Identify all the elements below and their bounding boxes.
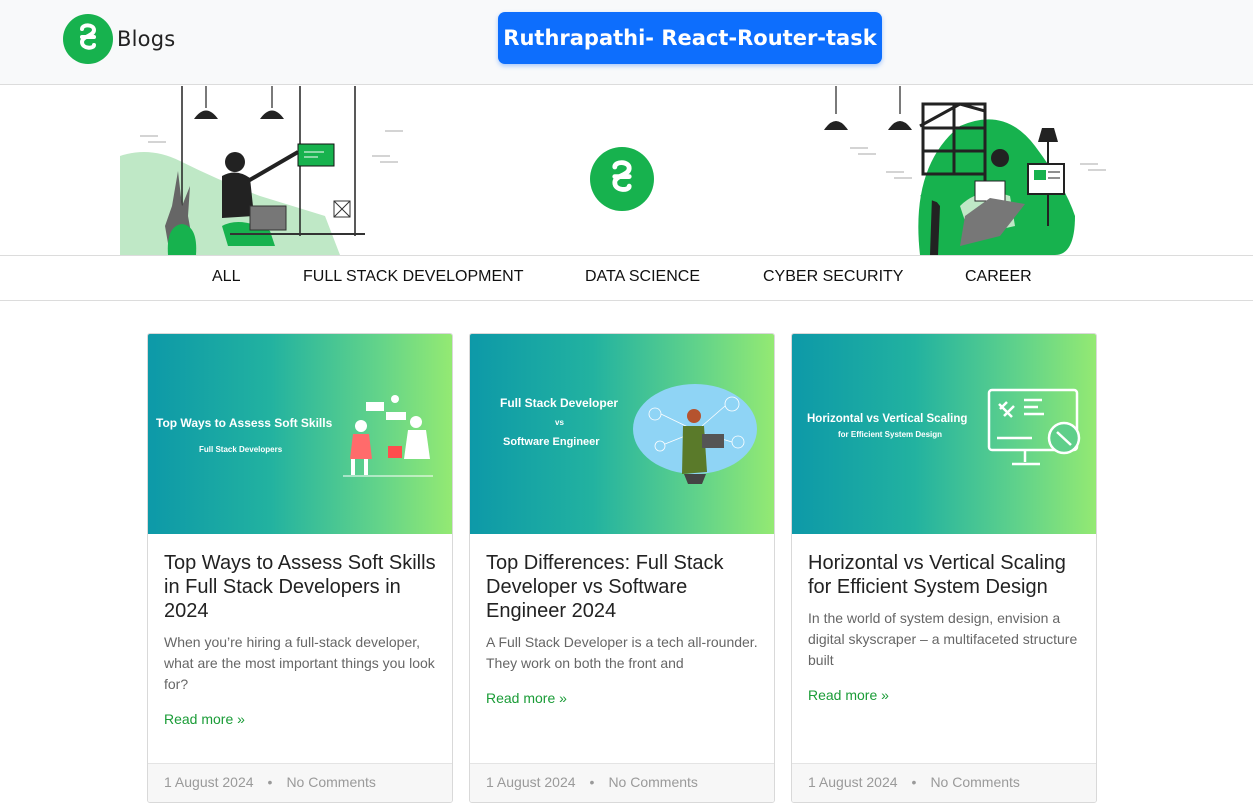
category-nav: ALL FULL STACK DEVELOPMENT DATA SCIENCE … (0, 255, 1253, 301)
title-button[interactable]: Ruthrapathi- React-Router-task (498, 12, 882, 64)
people-discussion-icon (343, 395, 433, 477)
nav-item-all[interactable]: ALL (212, 268, 240, 286)
post-excerpt: A Full Stack Developer is a tech all-rou… (486, 634, 758, 671)
post-card: Full Stack Developer vs Software Enginee… (469, 333, 775, 803)
post-title[interactable]: Top Differences: Full Stack Developer vs… (486, 551, 762, 623)
thumbnail-title: Full Stack Developer (500, 396, 618, 410)
read-more-link[interactable]: Read more » (808, 687, 889, 703)
read-more-link[interactable]: Read more » (486, 690, 567, 706)
brand-text: Blogs (117, 27, 176, 51)
nav-item-cyber-security[interactable]: CYBER SECURITY (763, 268, 903, 286)
post-date: 1 August 2024 (486, 774, 576, 790)
post-thumbnail[interactable]: Top Ways to Assess Soft Skills Full Stac… (148, 334, 452, 534)
nav-item-full-stack-development[interactable]: FULL STACK DEVELOPMENT (303, 268, 524, 286)
thumbnail-vs: vs (555, 418, 564, 427)
nav-item-career[interactable]: CAREER (965, 268, 1032, 286)
post-body: Horizontal vs Vertical Scaling for Effic… (808, 551, 1084, 705)
nav-item-data-science[interactable]: DATA SCIENCE (585, 268, 700, 286)
monitor-settings-icon (987, 388, 1081, 466)
thumbnail-subtitle: Software Engineer (503, 436, 600, 448)
developer-network-icon (633, 384, 757, 484)
post-card: Top Ways to Assess Soft Skills Full Stac… (147, 333, 453, 803)
post-thumbnail[interactable]: Full Stack Developer vs Software Enginee… (470, 334, 774, 534)
thumbnail-title: Top Ways to Assess Soft Skills (156, 416, 333, 430)
post-card: Horizontal vs Vertical Scaling for Effic… (791, 333, 1097, 803)
top-navbar: Blogs Ruthrapathi- React-Router-task (0, 0, 1253, 85)
meta-separator: • (589, 774, 595, 790)
post-title[interactable]: Horizontal vs Vertical Scaling for Effic… (808, 551, 1084, 599)
thumbnail-title: Horizontal vs Vertical Scaling (807, 413, 967, 425)
post-comments[interactable]: No Comments (286, 774, 375, 790)
post-excerpt: When you’re hiring a full-stack develope… (164, 634, 435, 692)
thumbnail-subtitle: Full Stack Developers (199, 445, 283, 454)
post-comments[interactable]: No Comments (608, 774, 697, 790)
hero-logo-icon (590, 147, 654, 211)
post-meta: 1 August 2024 • No Comments (470, 763, 774, 802)
post-date: 1 August 2024 (808, 774, 898, 790)
read-more-link[interactable]: Read more » (164, 711, 245, 727)
post-comments[interactable]: No Comments (930, 774, 1019, 790)
post-meta: 1 August 2024 • No Comments (148, 763, 452, 802)
post-thumbnail[interactable]: Horizontal vs Vertical Scaling for Effic… (792, 334, 1096, 534)
post-body: Top Differences: Full Stack Developer vs… (486, 551, 762, 708)
meta-separator: • (911, 774, 917, 790)
thumbnail-subtitle: for Efficient System Design (838, 430, 942, 439)
brand-logo-icon (63, 14, 113, 64)
post-date: 1 August 2024 (164, 774, 254, 790)
brand-link[interactable]: Blogs (63, 14, 175, 64)
hero-banner (0, 86, 1253, 255)
hero-illustration-left (120, 86, 403, 255)
hero-illustration-right (824, 86, 1106, 255)
post-excerpt: In the world of system design, envision … (808, 610, 1078, 668)
post-body: Top Ways to Assess Soft Skills in Full S… (164, 551, 440, 729)
post-title[interactable]: Top Ways to Assess Soft Skills in Full S… (164, 551, 440, 623)
meta-separator: • (267, 774, 273, 790)
post-meta: 1 August 2024 • No Comments (792, 763, 1096, 802)
